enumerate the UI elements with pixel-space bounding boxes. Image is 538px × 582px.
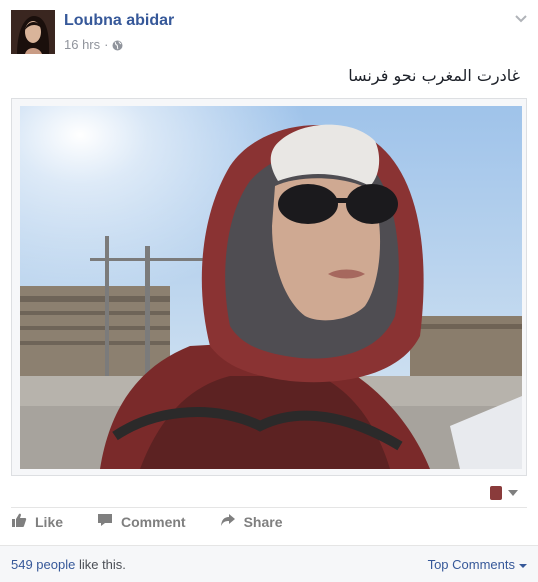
- comment-label: Comment: [121, 513, 186, 530]
- caret-down-icon[interactable]: [508, 484, 518, 502]
- globe-icon[interactable]: [112, 39, 123, 51]
- comment-button[interactable]: Comment: [97, 512, 186, 531]
- likes-count-link[interactable]: 549 people: [11, 557, 75, 572]
- thumbs-up-icon: [11, 512, 27, 531]
- photo-frame: [11, 98, 527, 476]
- likes-bar: 549 people like this. Top Comments: [0, 545, 538, 582]
- top-comments-dropdown[interactable]: Top Comments: [428, 557, 527, 572]
- status-text: غادرت المغرب نحو فرنسا: [348, 66, 520, 85]
- action-bar: Like Comment Share: [11, 512, 283, 531]
- chevron-down-icon[interactable]: [514, 12, 528, 26]
- photo-tag-row[interactable]: [490, 484, 518, 502]
- likes-suffix: like this.: [75, 557, 126, 572]
- like-label: Like: [35, 513, 64, 530]
- share-label: Share: [243, 513, 283, 530]
- tag-thumb-icon[interactable]: [490, 486, 502, 500]
- share-icon: [220, 512, 236, 531]
- comment-icon: [97, 512, 113, 531]
- top-comments-label: Top Comments: [427, 557, 515, 572]
- post-meta: 16 hrs ·: [64, 37, 123, 52]
- post-card: Loubna abidar 16 hrs · غادرت المغرب نحو …: [0, 0, 538, 582]
- avatar[interactable]: [11, 10, 55, 54]
- meta-separator: ·: [104, 37, 109, 52]
- like-button[interactable]: Like: [11, 512, 63, 531]
- author-name[interactable]: Loubna abidar: [64, 12, 174, 30]
- divider: [11, 507, 527, 508]
- share-button[interactable]: Share: [220, 512, 283, 531]
- timestamp[interactable]: 16 hrs: [64, 37, 100, 52]
- likes-summary: 549 people like this.: [11, 557, 126, 572]
- post-photo[interactable]: [20, 106, 522, 469]
- caret-down-icon: [519, 557, 527, 572]
